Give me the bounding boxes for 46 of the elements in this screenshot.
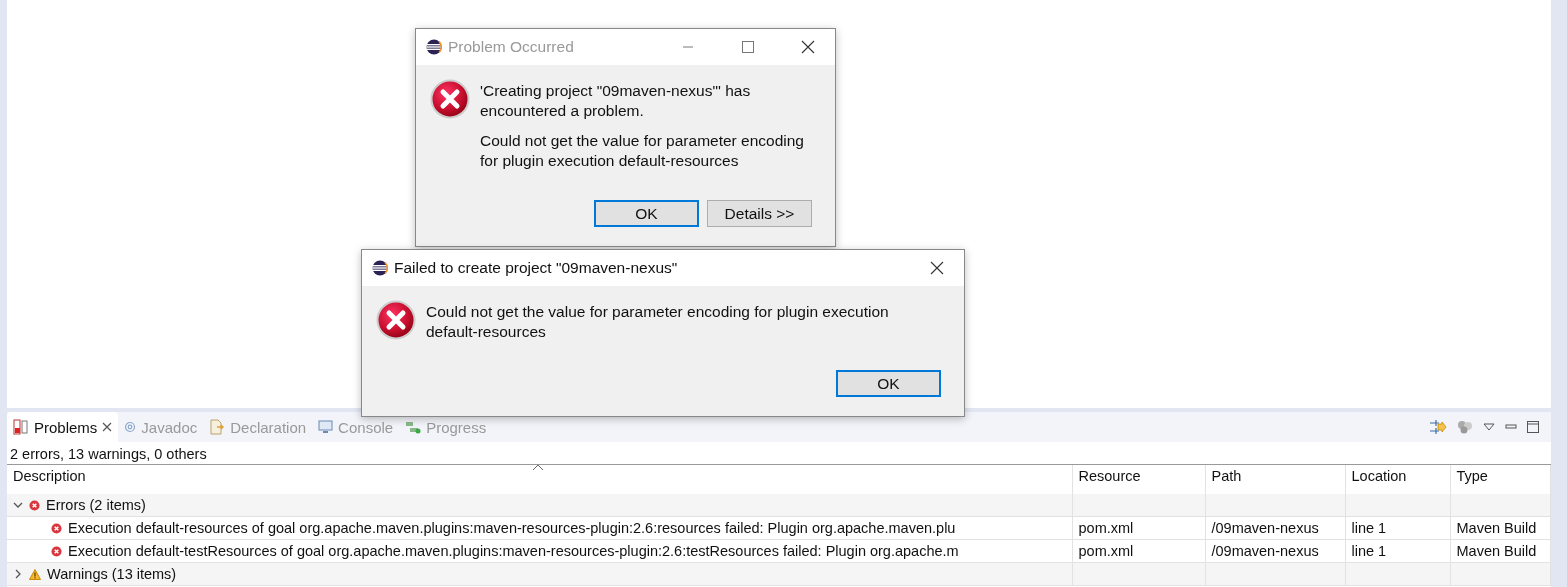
eclipse-logo-icon (426, 39, 442, 55)
dialog-message: Could not get the value for parameter encoding for plugin execution default-resources (426, 302, 890, 342)
table-cell: Maven Build (1456, 543, 1537, 559)
view-tab[interactable]: Problems (7, 412, 119, 442)
collapse-icon[interactable] (13, 500, 23, 510)
group-label[interactable]: Errors (2 items) (46, 497, 146, 513)
dialog-title: Failed to create project "09maven-nexus" (394, 259, 679, 277)
document-icon (209, 419, 226, 435)
table-cell: Execution default-testResources of goal org.apache.maven.plugins:maven-resources-plugin:2.6:testResources failed: Plugin org.apache.m (68, 543, 959, 559)
sort-icon (532, 464, 544, 471)
dialog-title: Problem Occurred (448, 38, 575, 56)
table-cell: Maven Build (1456, 520, 1537, 536)
monitor-icon (318, 420, 334, 434)
table-cell: /09maven-nexus (1211, 543, 1319, 559)
dialog-message: Could not get the value for parameter encoding for plugin execution default-resources (480, 131, 805, 171)
error-icon (29, 499, 40, 511)
details-button[interactable]: Details >> (707, 200, 812, 227)
problems-icon (13, 419, 29, 435)
problems-summary: 2 errors, 13 warnings, 0 others (7, 442, 1551, 465)
error-icon (376, 300, 416, 340)
table-cell: line 1 (1351, 543, 1387, 559)
eclipse-logo-icon (372, 260, 388, 276)
warning-icon (29, 568, 41, 580)
expand-icon[interactable] (13, 569, 23, 579)
close-icon[interactable] (801, 40, 815, 54)
focus-icon[interactable] (1429, 419, 1447, 435)
table-cell: Execution default-resources of goal org.apache.maven.plugins:maven-resources-plugin:2.6:resources failed: Plugin org.apache.maven.plu (68, 520, 956, 536)
error-icon (51, 522, 62, 534)
table-cell: /09maven-nexus (1211, 520, 1319, 536)
view-menu-icon[interactable] (1483, 423, 1495, 431)
progress-icon (405, 420, 422, 434)
table-cell: line 1 (1351, 520, 1387, 536)
ok-button[interactable]: OK (836, 370, 941, 397)
maximize-icon[interactable] (1527, 421, 1539, 433)
group-label[interactable]: Warnings (13 items) (47, 566, 177, 582)
table-cell: pom.xml (1078, 520, 1134, 536)
at-sign-icon (124, 421, 137, 433)
dialog-message: 'Creating project "09maven-nexus"' has encountered a problem. (480, 81, 752, 121)
ok-button[interactable]: OK (594, 200, 699, 227)
close-icon[interactable] (930, 261, 944, 275)
error-icon (430, 79, 470, 119)
error-icon (51, 545, 62, 557)
minimize-icon[interactable] (1505, 423, 1517, 431)
close-icon[interactable] (102, 422, 113, 432)
maximize-icon[interactable] (742, 41, 754, 53)
table-cell: pom.xml (1078, 543, 1134, 559)
